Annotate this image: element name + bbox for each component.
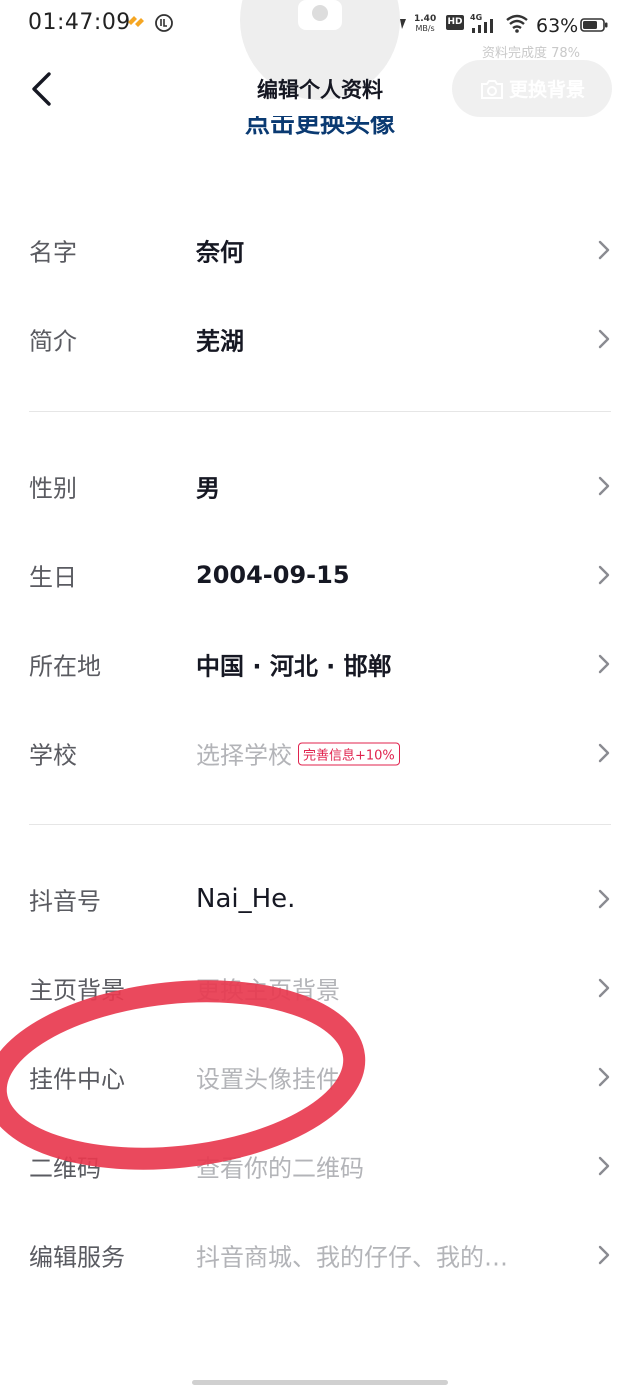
section-divider: [29, 411, 611, 412]
change-background-label: 更换背景: [508, 79, 585, 101]
network-type: 4G: [470, 13, 482, 22]
row-value: 中国 · 河北 · 邯郸: [196, 652, 392, 681]
row-bio[interactable]: 简介 芜湖: [0, 295, 640, 383]
app-status-icon: [155, 14, 173, 32]
chevron-right-icon: [598, 240, 610, 260]
row-qrcode[interactable]: 二维码 查看你的二维码: [0, 1122, 640, 1210]
row-label: 二维码: [29, 1154, 101, 1183]
hd-icon: HD: [446, 15, 464, 30]
row-douyin-id[interactable]: 抖音号 Nai_He.: [0, 855, 640, 943]
row-name[interactable]: 名字 奈何: [0, 206, 640, 294]
row-label: 所在地: [29, 652, 101, 681]
chevron-right-icon: [598, 1067, 610, 1087]
row-home-background[interactable]: 主页背景 更换主页背景: [0, 944, 640, 1032]
row-value: 查看你的二维码: [196, 1154, 364, 1183]
chevron-right-icon: [598, 329, 610, 349]
chevron-right-icon: [598, 654, 610, 674]
row-value: 更换主页背景: [196, 976, 340, 1005]
status-time: 01:47:09: [28, 10, 131, 35]
row-label: 名字: [29, 238, 77, 267]
row-label: 主页背景: [29, 976, 125, 1005]
school-placeholder: 选择学校: [196, 741, 292, 770]
row-value: 抖音商城、我的仔仔、我的…: [196, 1243, 508, 1272]
row-value: 2004-09-15: [196, 561, 350, 589]
change-avatar-link[interactable]: 点击更换头像: [0, 116, 640, 144]
chevron-right-icon: [598, 889, 610, 909]
battery-percent: 63%: [536, 15, 579, 37]
row-label: 性别: [29, 474, 77, 503]
row-birthday[interactable]: 生日 2004-09-15: [0, 531, 640, 619]
signal-icon: 4G: [470, 13, 493, 33]
row-label: 简介: [29, 327, 77, 356]
network-speed: 1.40 MB/s: [414, 14, 436, 34]
battery-icon: [580, 18, 608, 32]
camera-icon: [480, 79, 503, 99]
change-background-button[interactable]: 更换背景: [452, 60, 612, 117]
row-location[interactable]: 所在地 中国 · 河北 · 邯郸: [0, 620, 640, 708]
notification-icon: [128, 16, 144, 27]
change-avatar-label: 点击更换头像: [244, 116, 395, 138]
row-edit-services[interactable]: 编辑服务 抖音商城、我的仔仔、我的…: [0, 1211, 640, 1299]
wifi-icon: [506, 14, 528, 33]
home-indicator: [192, 1380, 448, 1385]
chevron-right-icon: [598, 565, 610, 585]
profile-completion: 资料完成度 78%: [482, 46, 581, 61]
row-value: 奈何: [196, 238, 244, 267]
row-value: 设置头像挂件: [196, 1065, 340, 1094]
row-label: 挂件中心: [29, 1065, 125, 1094]
network-speed-unit: MB/s: [415, 24, 435, 33]
row-label: 学校: [29, 741, 77, 770]
row-value: 男: [196, 474, 220, 503]
row-gender[interactable]: 性别 男: [0, 442, 640, 530]
row-school[interactable]: 学校 选择学校 完善信息+10%: [0, 709, 640, 797]
row-value: Nai_He.: [196, 884, 296, 914]
chevron-right-icon: [598, 743, 610, 763]
network-speed-value: 1.40: [414, 14, 437, 24]
section-divider: [29, 824, 611, 825]
chevron-right-icon: [598, 476, 610, 496]
chevron-right-icon: [598, 1245, 610, 1265]
chevron-right-icon: [598, 978, 610, 998]
row-label: 生日: [29, 563, 77, 592]
chevron-right-icon: [598, 1156, 610, 1176]
row-label: 抖音号: [29, 887, 101, 916]
avatar-camera-icon: [298, 0, 342, 30]
row-label: 编辑服务: [29, 1243, 125, 1272]
row-pendant-center[interactable]: 挂件中心 设置头像挂件: [0, 1033, 640, 1121]
completion-bonus-badge: 完善信息+10%: [298, 742, 400, 765]
row-value: 芜湖: [196, 327, 244, 356]
row-value: 选择学校 完善信息+10%: [196, 736, 400, 771]
